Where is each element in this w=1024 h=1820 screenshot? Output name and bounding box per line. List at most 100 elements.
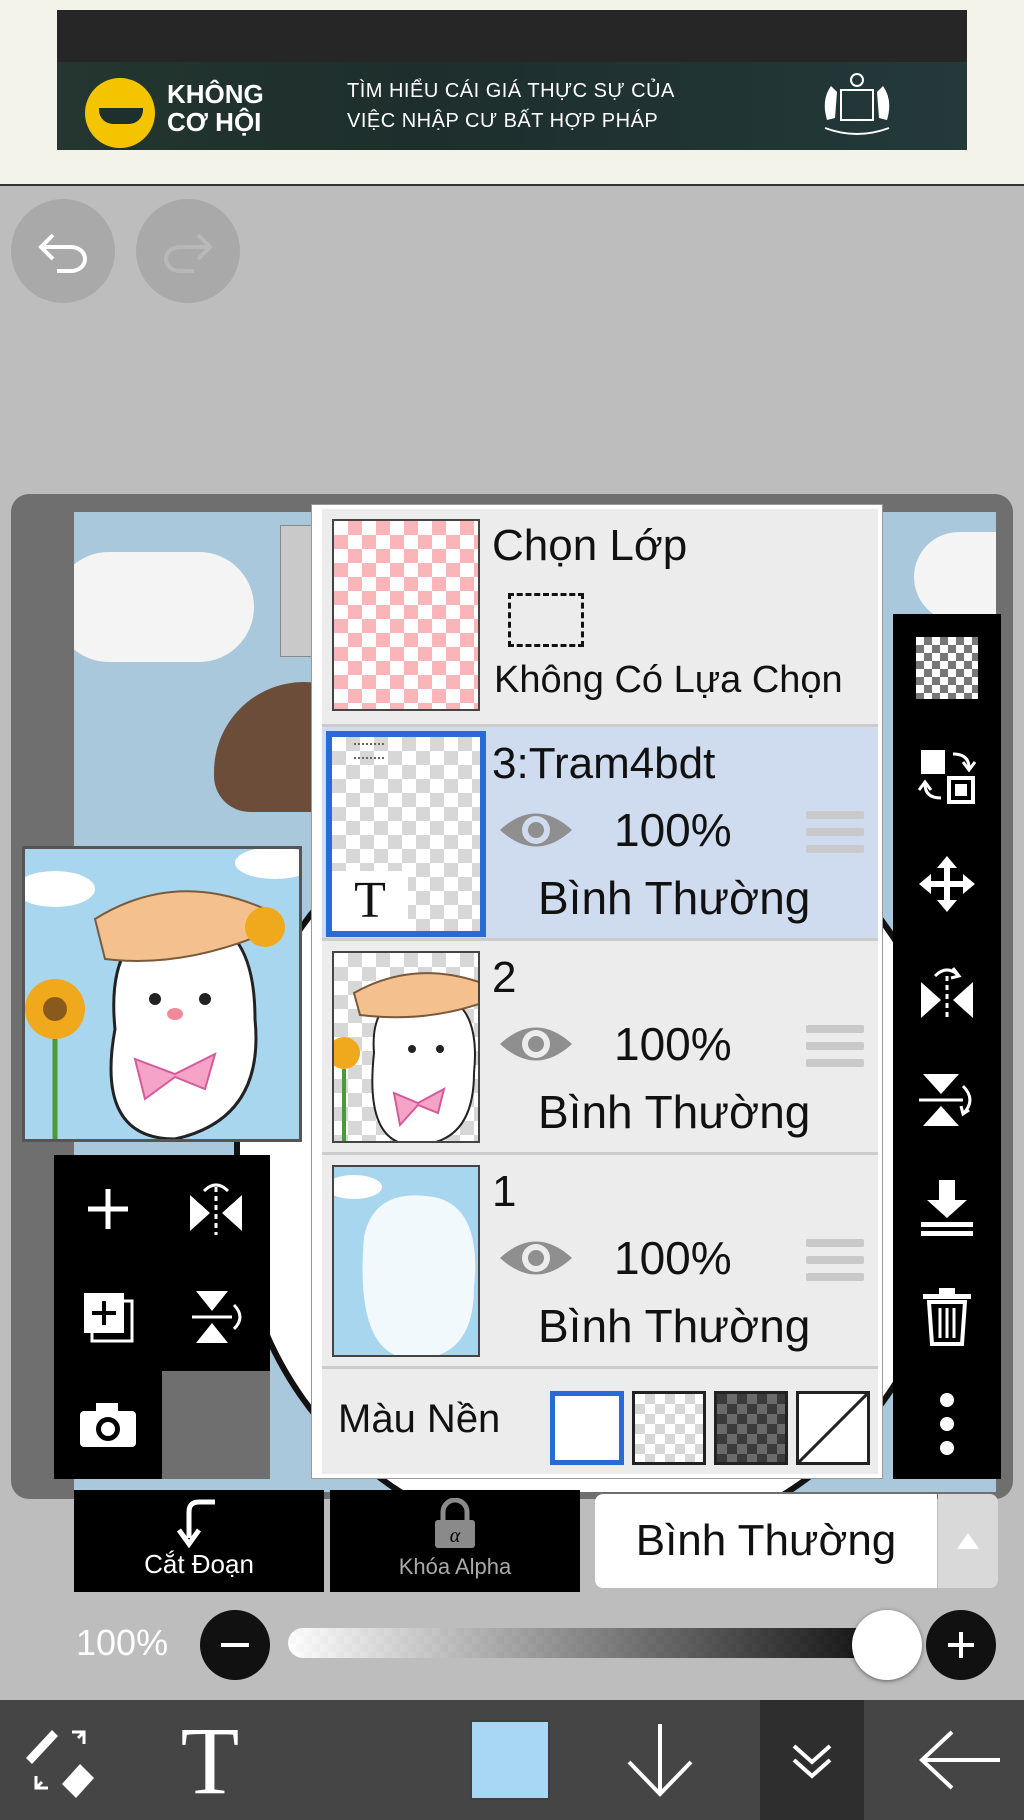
text-layer-badge: T [332,871,408,931]
layer-3-thumbnail: T [326,731,486,937]
move-layer-button[interactable] [893,830,1001,938]
coat-of-arms-icon [824,73,890,135]
bg-dark-checker-swatch[interactable] [714,1391,788,1465]
plus-icon [948,1632,974,1658]
ad-top-strip [57,10,967,62]
tiny-text-mark [354,743,384,759]
svg-text:α: α [450,1525,461,1547]
clipping-label: Cắt Đoạn [144,1549,254,1579]
flip-vertical-button[interactable] [893,1046,1001,1154]
visibility-eye-icon[interactable] [498,803,574,857]
drag-handle-icon[interactable] [806,1239,864,1283]
delete-layer-button[interactable] [893,1262,1001,1370]
opacity-row: 100% [0,1608,1024,1682]
triangle-up-icon [957,1533,979,1549]
flip-vertical-layer-button[interactable] [162,1263,270,1371]
layer-opacity: 100% [614,804,732,856]
brush-eraser-toggle-button[interactable] [0,1700,120,1820]
bottom-toolbar: T [0,1700,1024,1820]
ad-message-line1: TÌM HIỂU CÁI GIÁ THỰC SỰ CỦA [347,80,675,102]
selection-title: Chọn Lớp [492,521,688,570]
layer-name: 2 [492,953,517,1002]
layer-row-1[interactable]: 1 100% Bình Thường [322,1155,878,1369]
visibility-eye-icon[interactable] [498,1231,574,1285]
ad-logo-icon [85,78,155,148]
alpha-lock-button[interactable]: α Khóa Alpha [330,1490,580,1592]
drag-handle-icon[interactable] [806,811,864,855]
opacity-value-label: 100% [76,1622,169,1663]
opacity-slider-handle[interactable] [852,1610,922,1680]
layer-name: 1 [492,1167,517,1216]
toolbar-gap [162,1371,270,1479]
ad-message: TÌM HIỂU CÁI GIÁ THỰC SỰ CỦA VIỆC NHẬP C… [347,76,727,136]
bg-none-swatch[interactable] [796,1391,870,1465]
minus-icon [221,1643,249,1647]
layer-row-3[interactable]: T 3:Tram4bdt 100% Bình Thường [322,727,878,941]
ad-banner[interactable]: KHÔNG CƠ HỘI TÌM HIỂU CÁI GIÁ THỰC SỰ CỦ… [57,62,967,150]
layer-opacity: 100% [614,1232,732,1284]
flip-horizontal-icon [190,1183,242,1235]
alpha-lock-label: Khóa Alpha [398,1554,512,1579]
add-layer-button[interactable] [54,1155,162,1263]
selection-marquee-icon [508,593,584,647]
undo-button[interactable] [11,199,115,303]
layer-row-2[interactable]: 2 100% Bình Thường [322,941,878,1155]
camera-import-button[interactable] [54,1371,162,1479]
trash-icon [923,1288,971,1346]
selection-layer-row[interactable]: Chọn Lớp Không Có Lựa Chọn [322,509,878,727]
flip-horizontal-button[interactable] [893,938,1001,1046]
text-tool-button[interactable]: T [150,1700,270,1820]
drag-handle-icon[interactable] [806,1025,864,1069]
arrow-left-icon [919,1730,1000,1790]
ad-banner-area: KHÔNG CƠ HỘI TÌM HIỂU CÁI GIÁ THỰC SỰ CỦ… [0,0,1024,186]
plus-icon [88,1189,128,1229]
visibility-eye-icon[interactable] [498,1017,574,1071]
canvas-preview-thumbnail[interactable] [22,846,302,1142]
text-frame [280,525,316,657]
more-options-button[interactable] [893,1370,1001,1478]
duplicate-layer-button[interactable] [54,1263,162,1371]
layer-1-art [334,1167,478,1355]
blend-mode-dropdown-button[interactable] [938,1494,998,1588]
color-picker-button[interactable] [460,1700,560,1820]
opacity-decrease-button[interactable] [200,1610,270,1680]
bg-checker-swatch[interactable] [632,1391,706,1465]
double-chevron-down-icon [792,1744,832,1779]
artwork-preview [25,849,299,1139]
opacity-increase-button[interactable] [926,1610,996,1680]
transparent-layer-button[interactable] [893,614,1001,722]
no-background-icon [797,1392,869,1464]
arrow-down-icon [627,1724,693,1797]
ad-brand: KHÔNG CƠ HỘI [167,79,264,137]
back-button[interactable] [900,1700,1020,1820]
move-icon [919,856,975,912]
selection-status: Không Có Lựa Chọn [494,659,843,701]
merge-down-button[interactable] [893,1154,1001,1262]
flip-horizontal-layer-button[interactable] [162,1155,270,1263]
flip-horizontal-icon [921,967,973,1020]
layer-name: 3:Tram4bdt [492,739,716,788]
layer-blend-mode: Bình Thường [538,872,811,924]
layers-toggle-button[interactable] [760,1700,864,1820]
blend-mode-select[interactable]: Bình Thường [595,1494,937,1588]
selection-thumbnail [332,519,480,711]
flip-vertical-icon [919,1074,972,1126]
clipping-button[interactable]: Cắt Đoạn [74,1490,324,1592]
opacity-slider-track[interactable] [288,1628,892,1658]
cloud-shape [74,552,254,662]
camera-icon [80,1403,136,1447]
flip-vertical-icon [192,1291,242,1343]
download-button[interactable] [610,1700,710,1820]
lock-icon: α [435,1498,475,1548]
current-color-swatch [470,1720,550,1800]
merge-down-icon [921,1180,973,1236]
checkerboard-icon [916,637,978,699]
bg-white-swatch[interactable] [550,1391,624,1465]
redo-button[interactable] [136,199,240,303]
layer-actions-toolbar [54,1155,270,1479]
layer-panel: Chọn Lớp Không Có Lựa Chọn T 3:Tram4bdt … [312,505,882,1478]
redo-icon [164,233,213,273]
brush-eraser-icon [26,1730,94,1798]
duplicate-icon [84,1293,134,1343]
swap-layer-button[interactable] [893,722,1001,830]
